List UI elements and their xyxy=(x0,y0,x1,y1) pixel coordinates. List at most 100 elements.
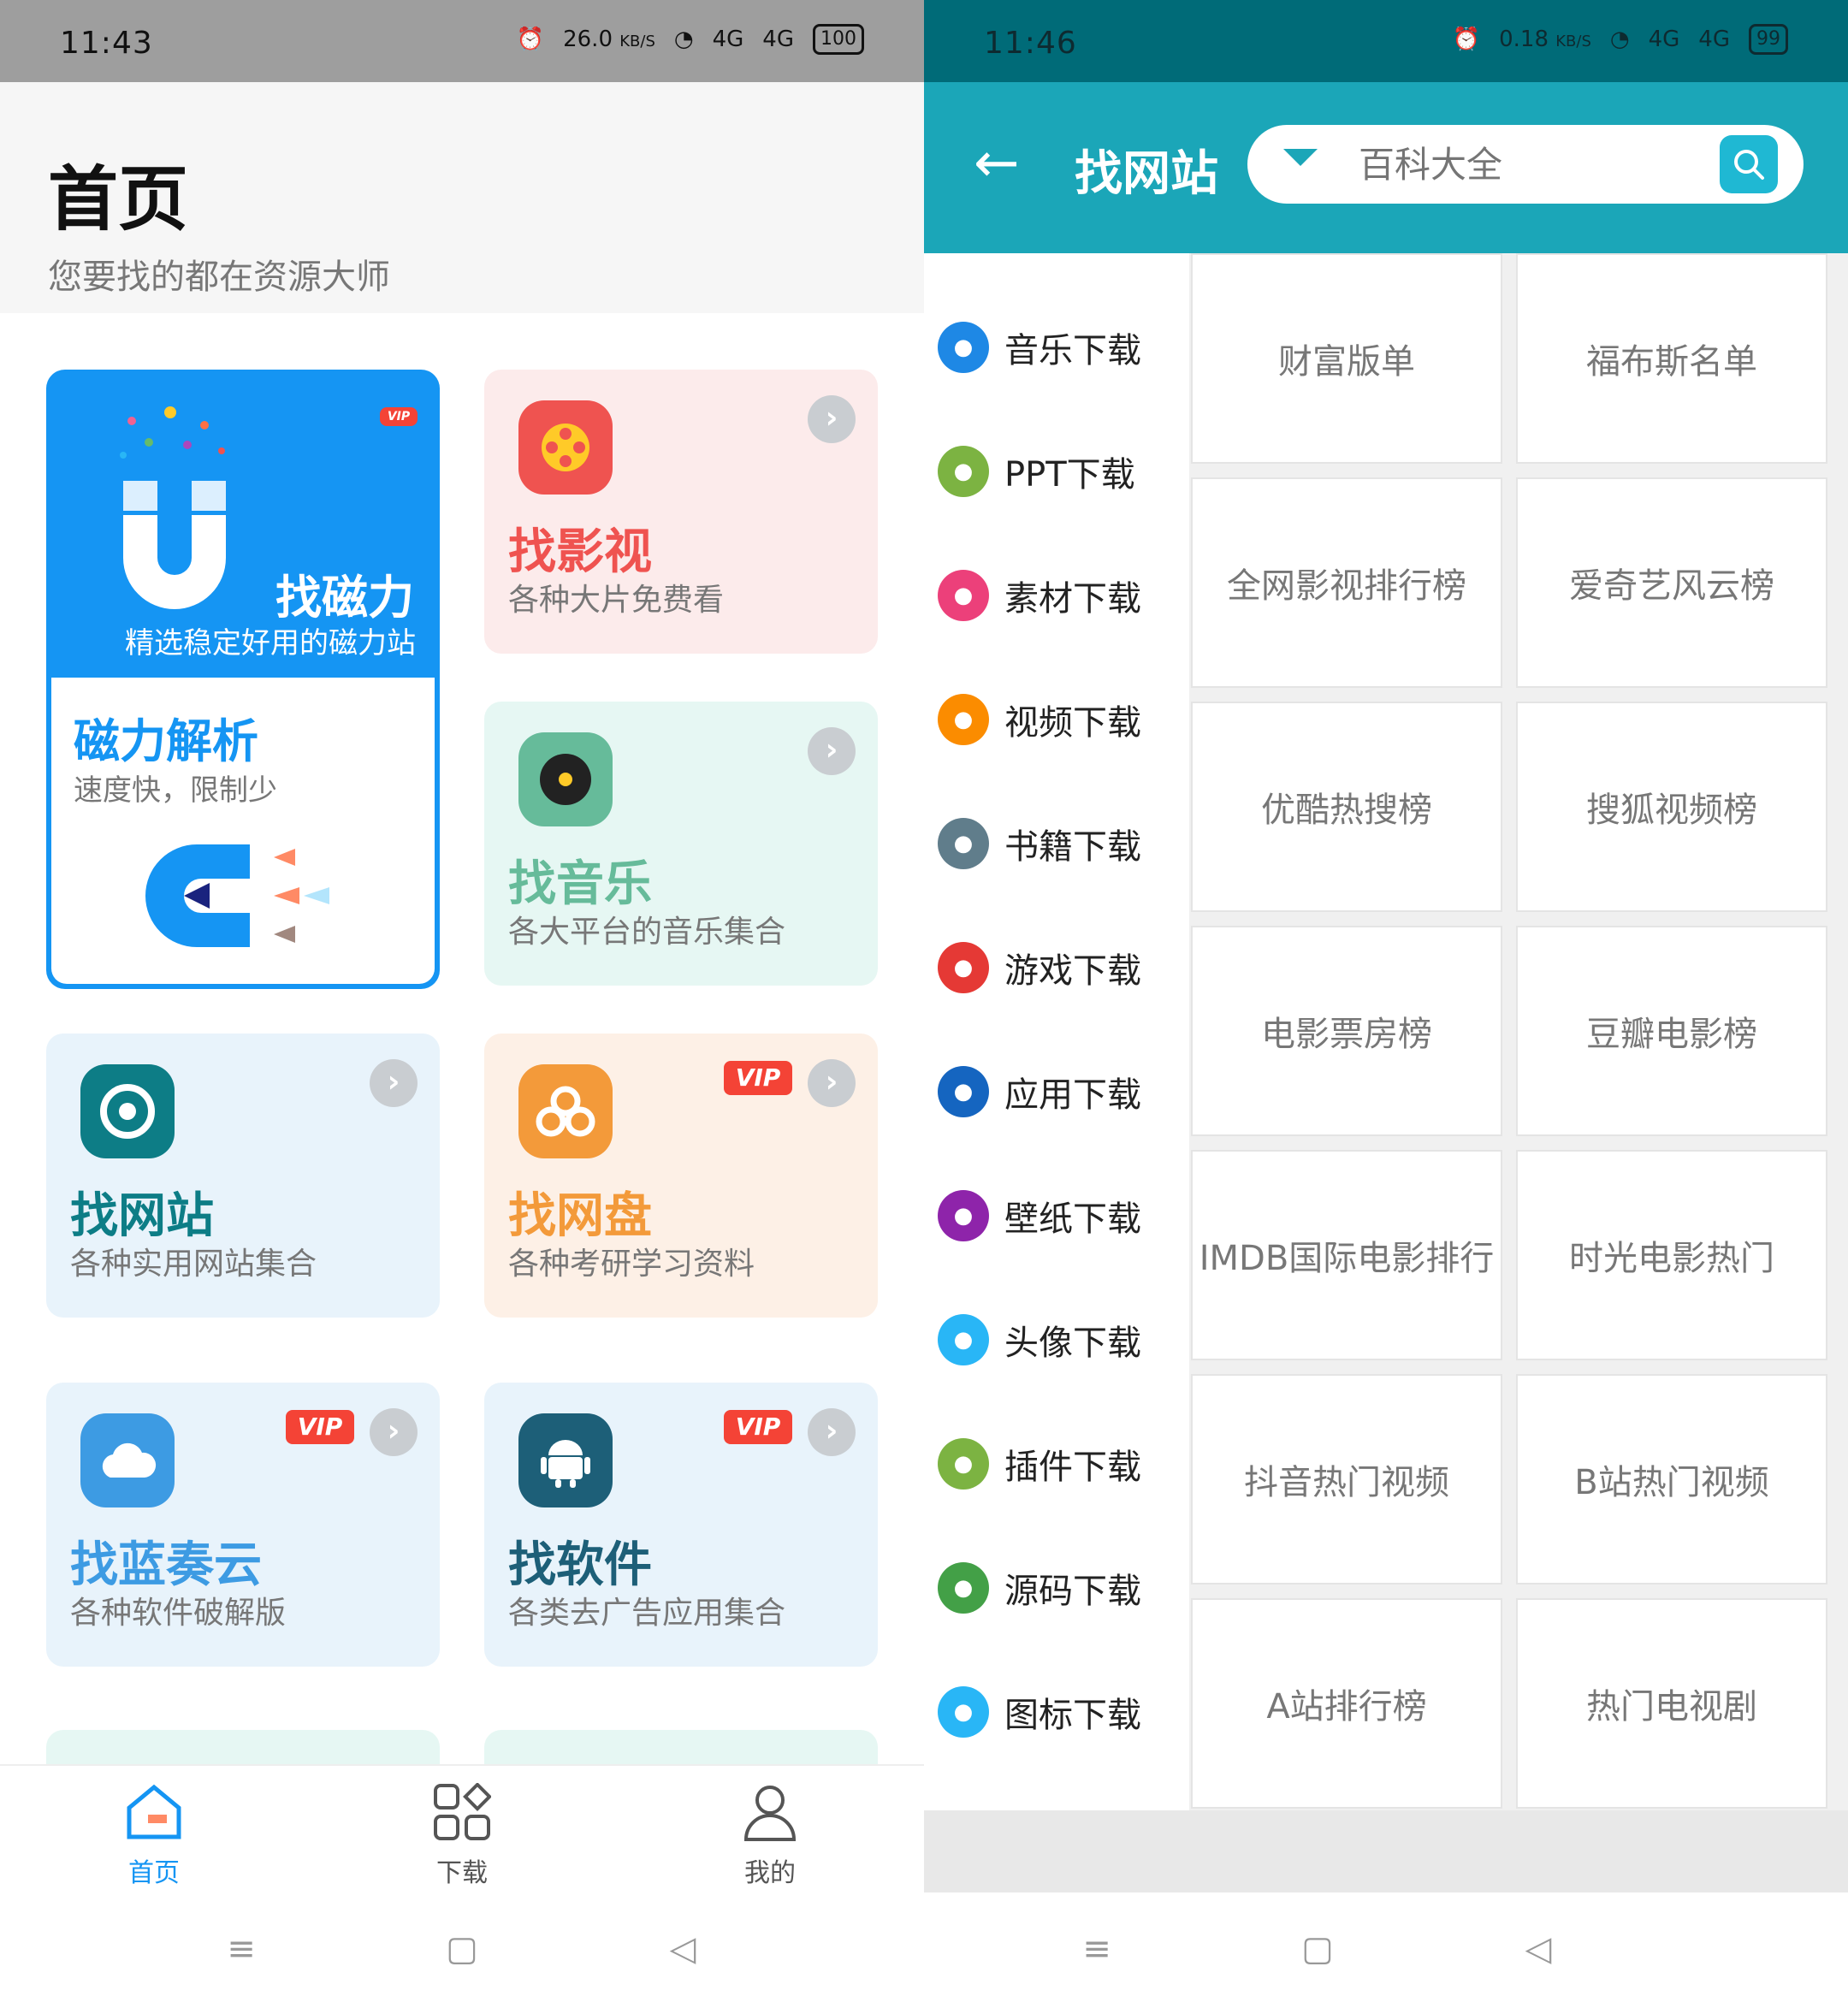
category-item[interactable]: ● 应用下载 xyxy=(924,1032,1189,1152)
site-tile[interactable]: 爱奇艺风云榜 xyxy=(1516,477,1827,688)
chevron-right-icon[interactable]: › xyxy=(808,727,856,775)
category-icon: ● xyxy=(938,818,989,869)
category-item[interactable]: ● 书籍下载 xyxy=(924,784,1189,903)
signal-icon: 4G xyxy=(1648,27,1680,52)
site-grid: 财富版单 福布斯名单 全网影视排行榜 爱奇艺风云榜 优酷热搜榜 搜狐视频榜 电影票房榜 豆瓣电… xyxy=(1189,253,1848,1810)
category-label: 应用下载 xyxy=(1004,1075,1141,1115)
nav-home[interactable]: 首页 xyxy=(86,1778,222,1889)
chevron-right-icon[interactable]: › xyxy=(808,1059,856,1107)
card-software[interactable]: VIP › 找软件 各类去广告应用集合 xyxy=(484,1383,878,1667)
android-icon xyxy=(518,1413,613,1507)
category-list: ● 音乐下载 ● PPT下载 ● 素材下载 ● 视频下载 ● 书籍下载 ● 游戏下载 ● 应用下载 ● 壁纸下… xyxy=(924,253,1189,1810)
home-square-icon[interactable]: ▢ xyxy=(443,1930,481,1968)
search-button[interactable] xyxy=(1720,135,1778,193)
grid-icon xyxy=(428,1778,496,1846)
signal-icon: 4G xyxy=(712,27,744,52)
site-tile[interactable]: 热门电视剧 xyxy=(1516,1598,1827,1809)
category-item[interactable]: ● 图标下载 xyxy=(924,1652,1189,1772)
site-tile[interactable]: A站排行榜 xyxy=(1191,1598,1502,1809)
search-icon xyxy=(1734,150,1764,180)
alarm-icon: ⏰ xyxy=(1452,27,1481,52)
film-reel-icon xyxy=(518,400,613,495)
category-item[interactable]: ● 插件下载 xyxy=(924,1404,1189,1524)
card-title: 找网站 xyxy=(70,1188,214,1244)
category-icon: ● xyxy=(938,446,989,497)
category-icon: ● xyxy=(938,1562,989,1614)
card-title: 找软件 xyxy=(508,1537,652,1593)
site-tile[interactable]: IMDB国际电影排行 xyxy=(1191,1150,1502,1360)
card-music[interactable]: › 找音乐 各大平台的音乐集合 xyxy=(484,702,878,986)
category-item[interactable]: ● 壁纸下载 xyxy=(924,1156,1189,1276)
magnet-icon xyxy=(120,406,226,609)
card-subtitle: 各种大片免费看 xyxy=(508,583,725,618)
category-label: 游戏下载 xyxy=(1004,951,1141,991)
card-subtitle: 各大平台的音乐集合 xyxy=(508,915,786,950)
site-tile[interactable]: 搜狐视频榜 xyxy=(1516,702,1827,912)
site-tile[interactable]: 豆瓣电影榜 xyxy=(1516,926,1827,1136)
card-subtitle: 各类去广告应用集合 xyxy=(508,1596,786,1631)
chevron-right-icon[interactable]: › xyxy=(808,395,856,443)
page-title: 首页 xyxy=(48,159,189,240)
top-bar: ← 找网站 xyxy=(924,82,1848,253)
user-icon xyxy=(736,1778,804,1846)
magnet-parse-subtitle: 速度快，限制少 xyxy=(74,773,277,808)
magnet-card[interactable]: VIP 找磁力 精选稳定好用的磁力站 磁力解析 速度快，限制少 xyxy=(46,370,440,989)
chevron-right-icon[interactable]: › xyxy=(370,1408,418,1456)
category-item[interactable]: ● PPT下载 xyxy=(924,412,1189,531)
magnet-parse-icon xyxy=(145,844,329,947)
site-tile[interactable]: 时光电影热门 xyxy=(1516,1150,1827,1360)
chevron-right-icon[interactable]: › xyxy=(808,1408,856,1456)
card-netdisk[interactable]: VIP › 找网盘 各种考研学习资料 xyxy=(484,1034,878,1318)
back-triangle-icon[interactable]: ◁ xyxy=(1519,1930,1557,1968)
search-input[interactable] xyxy=(1359,137,1684,192)
card-subtitle: 各种软件破解版 xyxy=(70,1596,287,1631)
card-title: 找音乐 xyxy=(508,856,652,912)
category-label: 图标下载 xyxy=(1004,1696,1141,1735)
signal-icon: 4G xyxy=(1698,27,1730,52)
status-bar: 11:43 ⏰ 26.0 KB/S ◔ 4G 4G 100 xyxy=(0,0,924,82)
back-arrow-icon[interactable]: ← xyxy=(974,133,1020,193)
vip-badge: VIP xyxy=(380,407,418,426)
category-label: PPT下载 xyxy=(1004,455,1135,495)
nav-mine[interactable]: 我的 xyxy=(702,1778,838,1889)
page-title: 找网站 xyxy=(1075,146,1218,202)
dropdown-icon[interactable] xyxy=(1283,149,1318,166)
category-label: 插件下载 xyxy=(1004,1448,1141,1487)
category-item[interactable]: ● 视频下载 xyxy=(924,660,1189,779)
back-triangle-icon[interactable]: ◁ xyxy=(664,1930,702,1968)
site-tile[interactable]: 优酷热搜榜 xyxy=(1191,702,1502,912)
category-item[interactable]: ● 头像下载 xyxy=(924,1280,1189,1400)
cloud-disk-icon xyxy=(518,1064,613,1158)
card-subtitle: 各种实用网站集合 xyxy=(70,1247,317,1282)
chevron-right-icon[interactable]: › xyxy=(370,1059,418,1107)
home-square-icon[interactable]: ▢ xyxy=(1299,1930,1336,1968)
category-item[interactable]: ● 音乐下载 xyxy=(924,287,1189,407)
footer-gray xyxy=(924,1810,1848,1892)
site-tile[interactable]: 全网影视排行榜 xyxy=(1191,477,1502,688)
menu-icon[interactable]: ≡ xyxy=(222,1930,260,1968)
card-websites[interactable]: › 找网站 各种实用网站集合 xyxy=(46,1034,440,1318)
category-label: 视频下载 xyxy=(1004,703,1141,743)
site-tile[interactable]: 电影票房榜 xyxy=(1191,926,1502,1136)
category-item[interactable]: ● 素材下载 xyxy=(924,536,1189,655)
site-tile[interactable]: 抖音热门视频 xyxy=(1191,1374,1502,1584)
menu-icon[interactable]: ≡ xyxy=(1078,1930,1116,1968)
category-item[interactable]: ● 游戏下载 xyxy=(924,908,1189,1028)
nav-download[interactable]: 下载 xyxy=(394,1778,530,1889)
card-title: 找蓝奏云 xyxy=(70,1537,262,1593)
site-tile[interactable]: 财富版单 xyxy=(1191,253,1502,464)
card-title: 找网盘 xyxy=(508,1188,652,1244)
category-icon: ● xyxy=(938,322,989,373)
bottom-nav: 首页 下载 我的 xyxy=(0,1764,924,1892)
site-tile[interactable]: B站热门视频 xyxy=(1516,1374,1827,1584)
system-nav-bar: ≡ ▢ ◁ xyxy=(0,1892,924,2002)
vip-badge: VIP xyxy=(286,1410,354,1444)
magnet-parse-panel[interactable]: 磁力解析 速度快，限制少 xyxy=(51,678,435,984)
category-icon: ● xyxy=(938,942,989,993)
category-item[interactable]: ● 源码下载 xyxy=(924,1528,1189,1648)
card-lanzou[interactable]: VIP › 找蓝奏云 各种软件破解版 xyxy=(46,1383,440,1667)
category-label: 书籍下载 xyxy=(1004,827,1141,867)
card-movies[interactable]: › 找影视 各种大片免费看 xyxy=(484,370,878,654)
status-time: 11:43 xyxy=(60,26,153,61)
site-tile[interactable]: 福布斯名单 xyxy=(1516,253,1827,464)
